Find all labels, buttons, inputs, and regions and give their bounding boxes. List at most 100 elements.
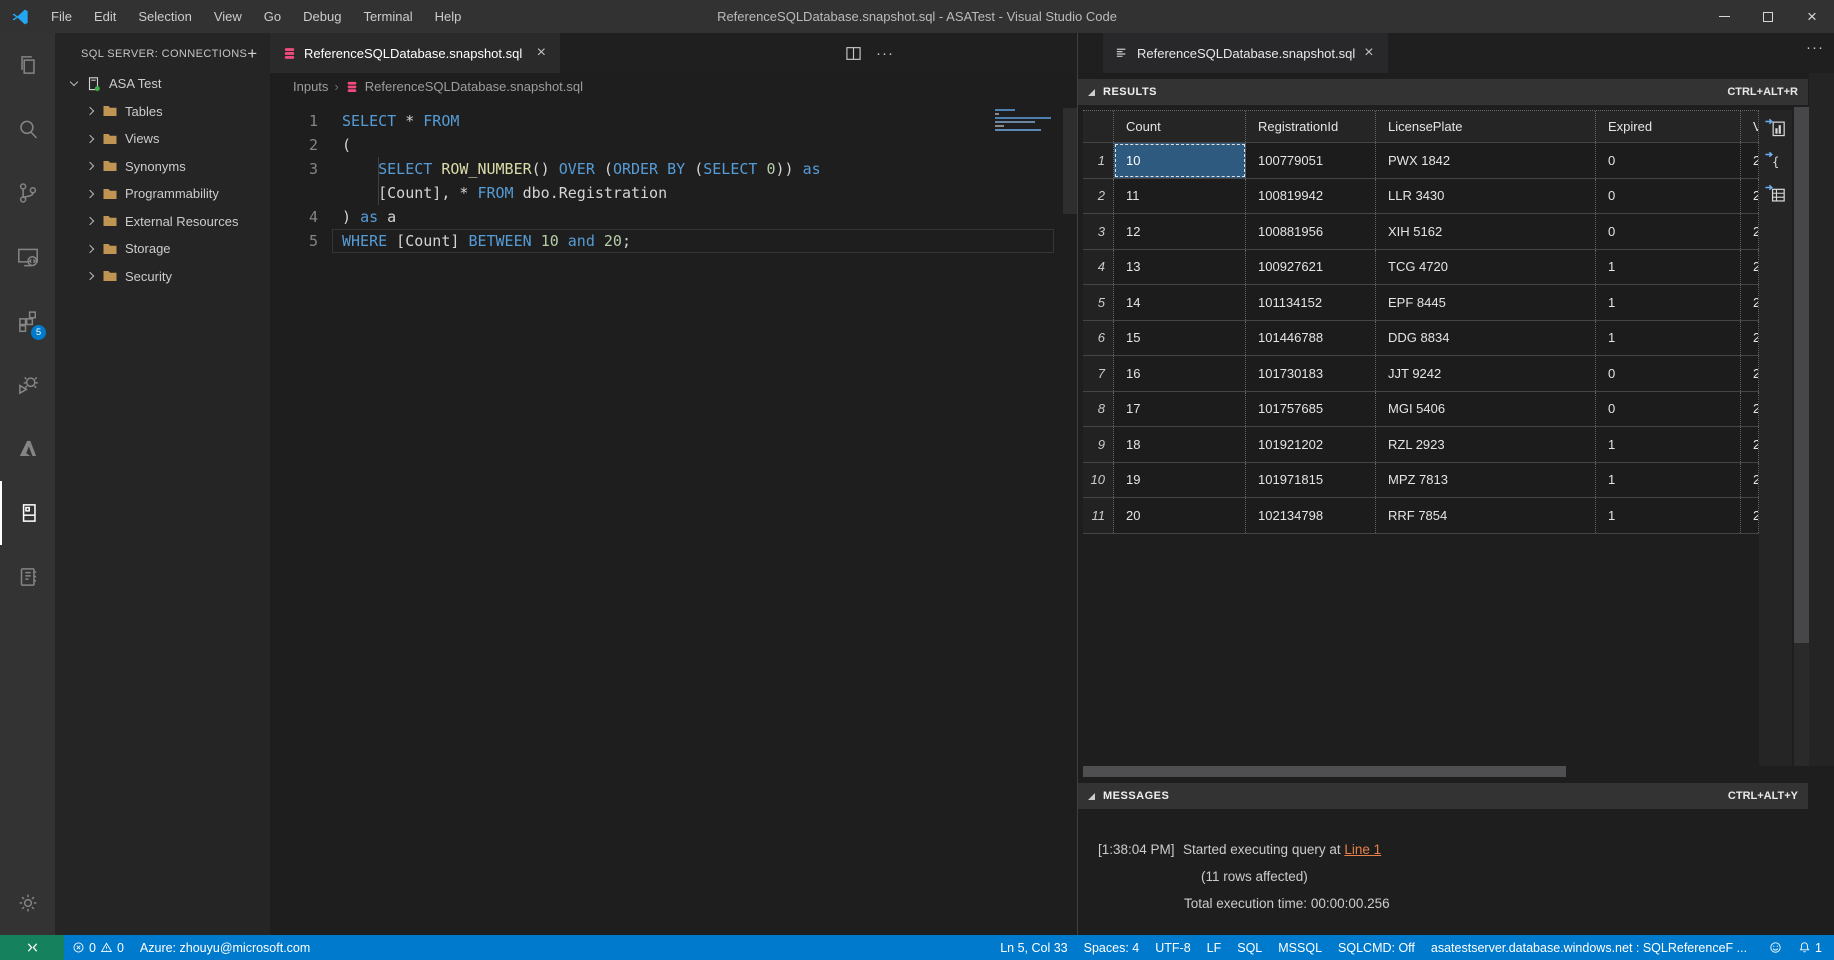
row-number[interactable]: 5 [1083,285,1114,320]
editor-scrollbar[interactable] [1063,108,1077,214]
save-as-json-button[interactable]: { } [1764,149,1788,173]
activity-run-debug[interactable] [0,353,55,417]
table-cell[interactable]: 14 [1114,285,1246,320]
code-text[interactable]: ( [342,133,351,157]
activity-extensions[interactable]: 5 [0,289,55,353]
tab-query-results[interactable]: ReferenceSQLDatabase.snapshot.sql × [1103,33,1388,73]
table-cell[interactable]: 2 [1741,179,1759,214]
table-cell[interactable]: 100927621 [1246,250,1376,285]
sidebar-item-tables[interactable]: Tables [55,98,270,126]
row-number[interactable]: 8 [1083,392,1114,427]
table-cell[interactable]: 2 [1741,463,1759,498]
table-cell[interactable]: 2 [1741,427,1759,462]
row-number[interactable]: 4 [1083,250,1114,285]
table-cell[interactable]: 1 [1596,463,1741,498]
table-cell[interactable]: 20 [1114,498,1246,533]
table-cell[interactable]: EPF 8445 [1376,285,1596,320]
scrollbar-thumb[interactable] [1083,766,1566,777]
table-cell[interactable]: 2 [1741,285,1759,320]
code-line[interactable]: 1SELECT * FROM [270,109,1077,133]
table-cell[interactable]: 16 [1114,356,1246,391]
sidebar-item-synonyms[interactable]: Synonyms [55,153,270,181]
table-cell[interactable]: 101921202 [1246,427,1376,462]
settings-button[interactable] [0,871,55,935]
messages-section-header[interactable]: MESSAGES CTRL+ALT+Y [1078,783,1808,809]
code-editor[interactable]: 1SELECT * FROM2(3 SELECT ROW_NUMBER() OV… [270,109,1077,253]
status-mssql[interactable]: MSSQL [1270,935,1330,960]
sidebar-item-asa-test[interactable]: ASA Test [55,70,270,98]
table-cell[interactable]: XIH 5162 [1376,214,1596,249]
table-cell[interactable]: 101757685 [1246,392,1376,427]
table-cell[interactable]: 12 [1114,214,1246,249]
sidebar-item-external-resources[interactable]: External Resources [55,208,270,236]
activity-source-control[interactable] [0,161,55,225]
menu-item-edit[interactable]: Edit [83,0,127,33]
status-sql[interactable]: SQL [1229,935,1270,960]
minimap[interactable] [995,109,1059,133]
table-cell[interactable]: 101730183 [1246,356,1376,391]
column-header-count[interactable]: Count [1114,111,1246,142]
column-header-expired[interactable]: Expired [1596,111,1741,142]
menu-item-debug[interactable]: Debug [292,0,352,33]
more-actions-icon[interactable]: ··· [876,45,894,62]
row-number[interactable]: 9 [1083,427,1114,462]
table-cell[interactable]: 2 [1741,250,1759,285]
menu-item-terminal[interactable]: Terminal [352,0,423,33]
grid-vertical-scrollbar[interactable] [1794,107,1809,643]
add-connection-button[interactable]: + [247,48,257,60]
breadcrumb-file[interactable]: ReferenceSQLDatabase.snapshot.sql [365,79,583,94]
code-text[interactable]: WHERE [Count] BETWEEN 10 and 20; [342,229,631,253]
breadcrumb-folder[interactable]: Inputs [293,79,328,94]
code-text[interactable]: ) as a [342,205,396,229]
table-cell[interactable]: 1 [1596,321,1741,356]
code-text[interactable]: [Count], * FROM dbo.Registration [342,181,667,205]
status-asatestserver-database-windows-net-sqlreferencef[interactable]: asatestserver.database.windows.net : SQL… [1423,935,1755,960]
table-cell[interactable]: 2 [1741,321,1759,356]
table-cell[interactable]: TCG 4720 [1376,250,1596,285]
code-line[interactable]: 2( [270,133,1077,157]
menu-item-view[interactable]: View [203,0,253,33]
activity-sql-server[interactable] [0,481,55,545]
more-actions-icon[interactable]: ··· [1806,39,1824,56]
maximize-button[interactable] [1746,0,1790,33]
status-spaces-4[interactable]: Spaces: 4 [1076,935,1148,960]
menu-item-selection[interactable]: Selection [127,0,202,33]
activity-search[interactable] [0,97,55,161]
menu-item-help[interactable]: Help [424,0,473,33]
column-header-licenseplate[interactable]: LicensePlate [1376,111,1596,142]
table-cell[interactable]: 2 [1741,356,1759,391]
table-cell[interactable]: 1 [1596,427,1741,462]
table-cell[interactable]: 11 [1114,179,1246,214]
column-header-registrationid[interactable]: RegistrationId [1246,111,1376,142]
table-cell[interactable]: 0 [1596,179,1741,214]
status-utf-8[interactable]: UTF-8 [1147,935,1198,960]
table-cell[interactable]: MPZ 7813 [1376,463,1596,498]
row-number[interactable]: 1 [1083,143,1114,178]
save-as-csv-button[interactable] [1764,116,1788,140]
table-cell[interactable]: 2 [1741,143,1759,178]
table-cell[interactable]: PWX 1842 [1376,143,1596,178]
tab-close-icon[interactable]: × [1362,45,1375,61]
row-number[interactable]: 11 [1083,498,1114,533]
table-cell[interactable]: 1 [1596,498,1741,533]
tab-sql-file[interactable]: ReferenceSQLDatabase.snapshot.sql × [270,33,560,73]
table-cell[interactable]: 100819942 [1246,179,1376,214]
table-cell[interactable]: DDG 8834 [1376,321,1596,356]
activity-explorer[interactable] [0,33,55,97]
row-number[interactable]: 6 [1083,321,1114,356]
problems-status[interactable]: 0 0 [64,935,132,960]
status-sqlcmd-off[interactable]: SQLCMD: Off [1330,935,1423,960]
code-line[interactable]: 5WHERE [Count] BETWEEN 10 and 20; [270,229,1077,253]
table-cell[interactable]: MGI 5406 [1376,392,1596,427]
activity-notebook[interactable] [0,545,55,609]
code-text[interactable]: SELECT * FROM [342,109,459,133]
menu-item-file[interactable]: File [40,0,83,33]
code-line[interactable]: [Count], * FROM dbo.Registration [270,181,1077,205]
row-number[interactable]: 7 [1083,356,1114,391]
table-cell[interactable]: 13 [1114,250,1246,285]
table-cell[interactable]: 100881956 [1246,214,1376,249]
close-button[interactable]: × [1790,0,1834,33]
breadcrumb[interactable]: Inputs › ReferenceSQLDatabase.snapshot.s… [270,73,1077,100]
table-cell[interactable]: 101134152 [1246,285,1376,320]
minimize-button[interactable] [1702,0,1746,33]
